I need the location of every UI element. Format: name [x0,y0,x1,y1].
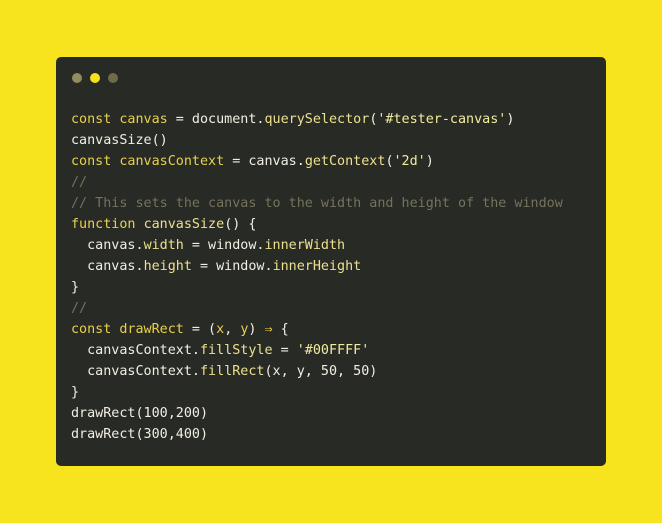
code-token: height [143,259,192,274]
code-token: = canvas. [224,154,305,169]
code-line: canvasContext.fillRect(x, y, 50, 50) [71,361,563,382]
code-token: drawRect(100,200) [71,406,209,421]
code-token: ) [425,154,434,169]
code-token: const [71,112,112,127]
code-line: } [71,277,563,298]
code-token: } [71,280,80,295]
code-token: innerHeight [272,259,362,274]
code-token: canvas. [71,238,144,253]
window-dot-gray [72,73,82,83]
code-token: = window. [191,259,273,274]
code-token: canvasContext [119,154,225,169]
code-token: (x, y, 50, 50) [264,364,378,379]
code-token: } [71,385,80,400]
window-dot-dark [108,73,118,83]
code-line: canvasSize() [71,130,563,151]
window-controls [72,73,118,83]
code-line: // [71,172,563,193]
code-line: const drawRect = (x, y) ⇒ { [71,319,563,340]
code-token: width [143,238,184,253]
code-line: const canvasContext = canvas.getContext(… [71,151,563,172]
code-token: // This sets the canvas to the width and… [71,196,563,211]
code-token: '#00FFFF' [296,343,370,358]
code-token: x [216,322,225,337]
code-line: canvasContext.fillStyle = '#00FFFF' [71,340,563,361]
code-token: innerWidth [264,238,346,253]
code-token: drawRect(300,400) [71,427,209,442]
code-token: drawRect [119,322,184,337]
code-token: '2d' [393,154,426,169]
code-token: fillRect [200,364,265,379]
code-token: = [272,343,297,358]
code-token: querySelector [264,112,370,127]
code-line: canvas.width = window.innerWidth [71,235,563,256]
code-line: // This sets the canvas to the width and… [71,193,563,214]
code-token: { [272,322,289,337]
code-token: ( [385,154,394,169]
code-line: // [71,298,563,319]
code-token: canvas. [71,259,144,274]
code-token: // [71,175,88,190]
code-token: function [71,217,136,232]
code-line: drawRect(100,200) [71,403,563,424]
code-block: const canvas = document.querySelector ( '#… [71,109,563,445]
code-token: canvasContext. [71,343,200,358]
code-token: ) [506,112,515,127]
code-token: = ( [183,322,217,337]
code-token: '#tester-canvas' [377,112,507,127]
window-dot-yellow [90,73,100,83]
code-token: canvasSize() [71,133,168,148]
code-token: = window. [183,238,265,253]
code-window: const canvas = document.querySelector ( '#… [56,57,606,466]
code-line: canvas.height = window.innerHeight [71,256,563,277]
code-token: canvasSize [143,217,225,232]
code-token: () { [224,217,257,232]
code-token: canvas [119,112,168,127]
code-token: const [71,322,112,337]
code-token: // [71,301,88,316]
code-token: canvasContext. [71,364,200,379]
code-line: } [71,382,563,403]
code-token: getContext [304,154,386,169]
code-token: ) [248,322,265,337]
code-token: ⇒ [264,322,273,337]
code-line: const canvas = document.querySelector('#… [71,109,563,130]
code-line: drawRect(300,400) [71,424,563,445]
code-token: = document. [167,112,265,127]
code-token: , [224,322,241,337]
code-line: function canvasSize() { [71,214,563,235]
code-token: fillStyle [200,343,273,358]
code-token: const [71,154,112,169]
